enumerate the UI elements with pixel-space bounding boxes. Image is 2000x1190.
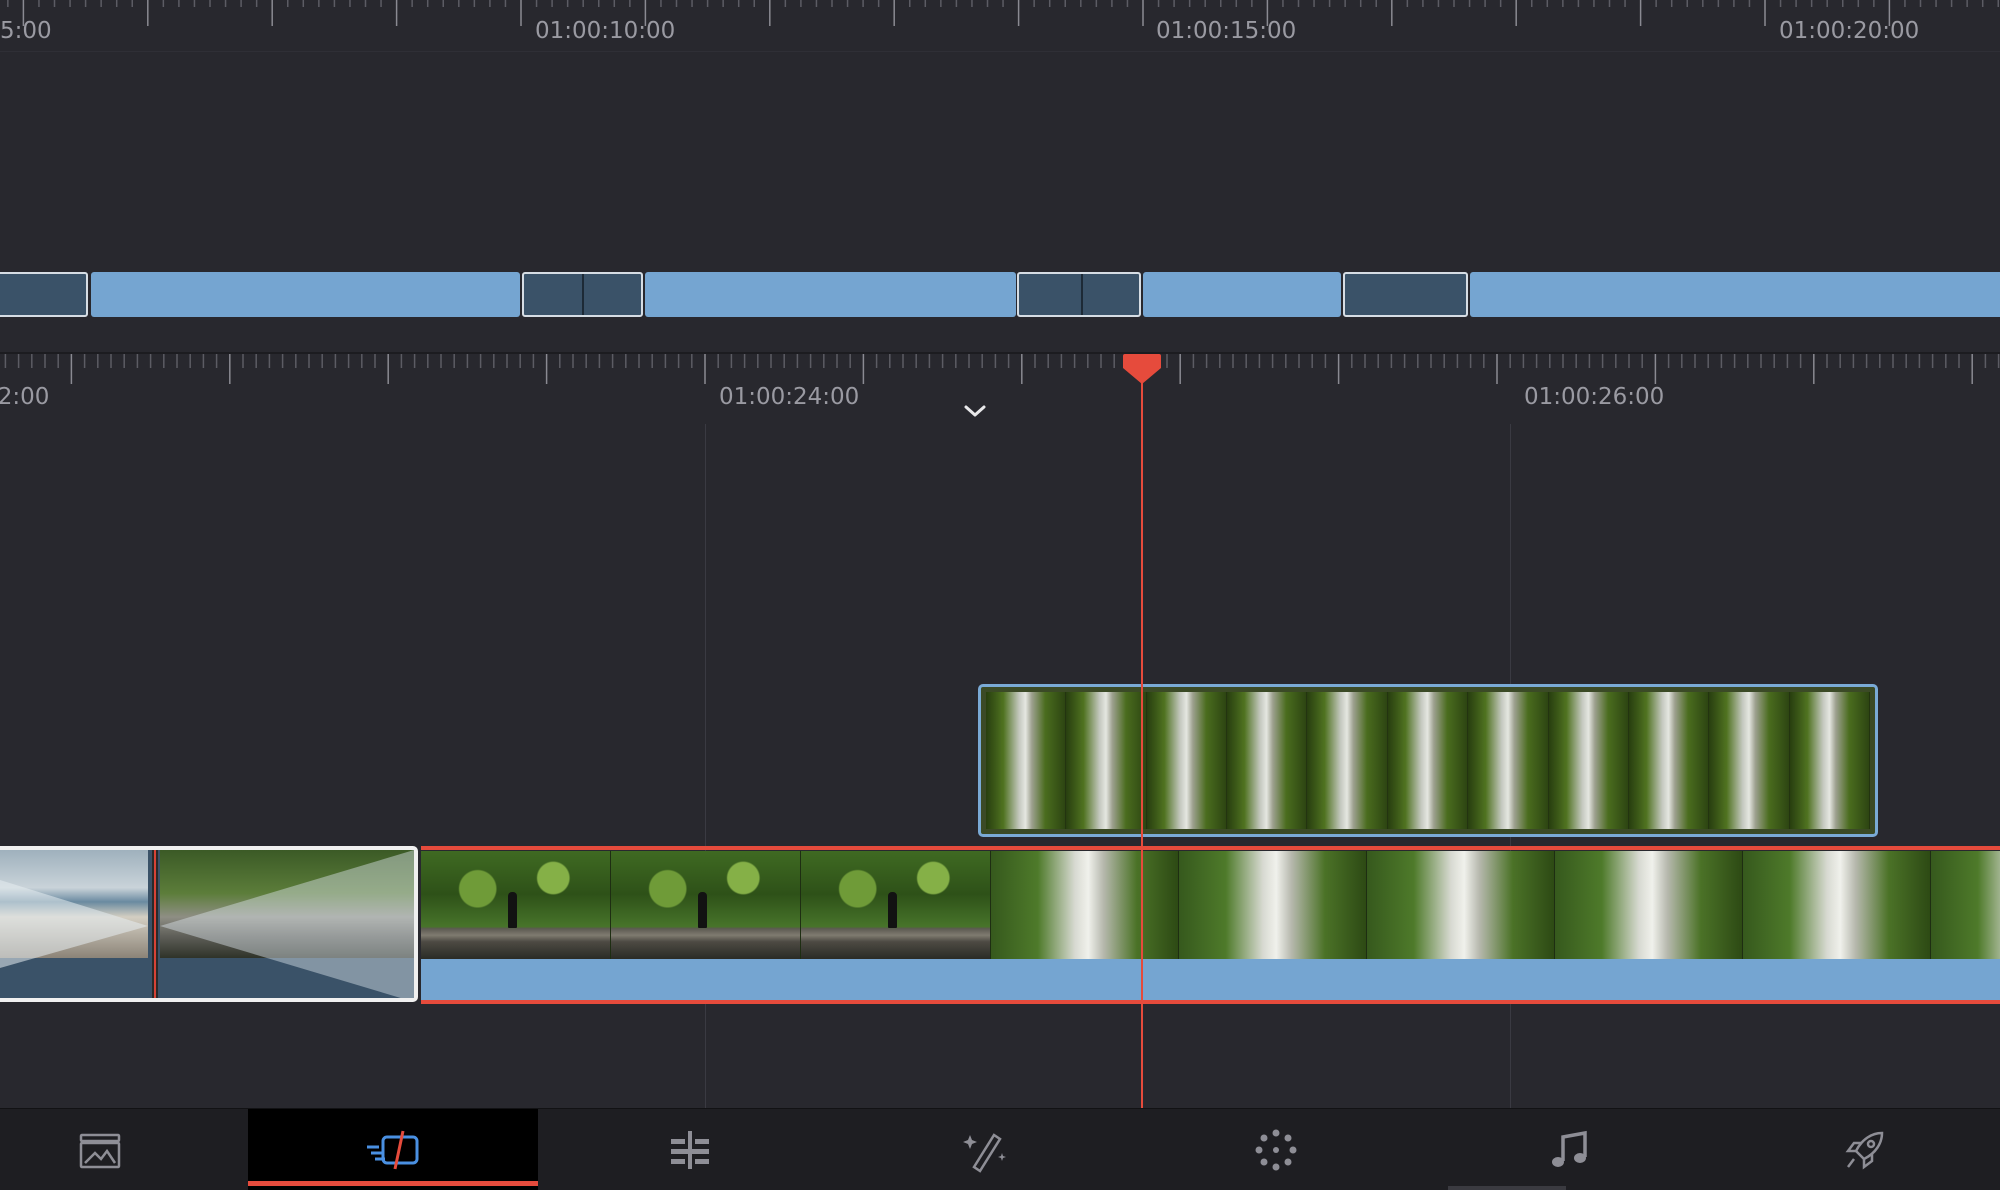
page-button-fusion[interactable] [925, 1109, 1045, 1190]
selected-video-clip[interactable] [421, 846, 2000, 1004]
page-button-fairlight[interactable] [1510, 1109, 1630, 1190]
fairlight-page-icon [1547, 1127, 1593, 1173]
fusion-page-icon [962, 1127, 1008, 1173]
playhead-handle[interactable] [1122, 352, 1162, 386]
page-button-edit[interactable] [630, 1109, 750, 1190]
transition-clip[interactable] [0, 846, 418, 1002]
overview-clip[interactable] [1343, 272, 1468, 317]
page-button-deliver[interactable] [1805, 1109, 1925, 1190]
upper-timecode-label: 5:00 [0, 18, 52, 44]
clip-thumbnail-strip [986, 692, 1870, 829]
chevron-down-icon[interactable] [960, 400, 990, 422]
lower-ruler-ticks [0, 354, 2000, 426]
lower-timecode-label: 01:00:24:00 [719, 384, 859, 410]
upper-timeline-ruler[interactable]: 5:00 01:00:10:00 01:00:15:00 01:00:20:00 [0, 0, 2000, 52]
page-navigation-bar [0, 1108, 2000, 1190]
page-button-color[interactable] [1216, 1109, 1336, 1190]
upper-overview-track[interactable] [0, 52, 2000, 352]
page-button-media[interactable] [40, 1109, 160, 1190]
overview-clip[interactable] [1143, 272, 1341, 317]
page-button-cut[interactable] [248, 1109, 538, 1190]
overview-clip[interactable] [522, 272, 643, 317]
overview-clip[interactable] [1017, 272, 1141, 317]
edit-page-icon [667, 1127, 713, 1173]
overview-clip[interactable] [91, 272, 520, 317]
overview-clip[interactable] [0, 272, 88, 317]
upper-ruler-ticks [0, 0, 2000, 52]
lower-timeline-ruler[interactable]: :2:00 01:00:24:00 01:00:26:00 [0, 352, 2000, 424]
deliver-page-icon [1842, 1127, 1888, 1173]
transition-overlay [0, 850, 414, 1002]
lower-timecode-label: 01:00:26:00 [1524, 384, 1664, 410]
upper-timecode-label: 01:00:20:00 [1779, 18, 1919, 44]
grid-line [705, 424, 706, 1108]
color-page-icon [1253, 1127, 1299, 1173]
page-bar-underline [1448, 1186, 1566, 1190]
media-page-icon [77, 1127, 123, 1173]
overview-clip[interactable] [645, 272, 1016, 317]
overview-clip[interactable] [1470, 272, 2000, 317]
playhead-line[interactable] [1141, 362, 1143, 1108]
cut-page-icon [360, 1127, 426, 1173]
lower-timecode-label: :2:00 [0, 384, 49, 410]
upper-timecode-label: 01:00:10:00 [535, 18, 675, 44]
video-clip-upper-track[interactable] [978, 684, 1878, 837]
upper-timecode-label: 01:00:15:00 [1156, 18, 1296, 44]
